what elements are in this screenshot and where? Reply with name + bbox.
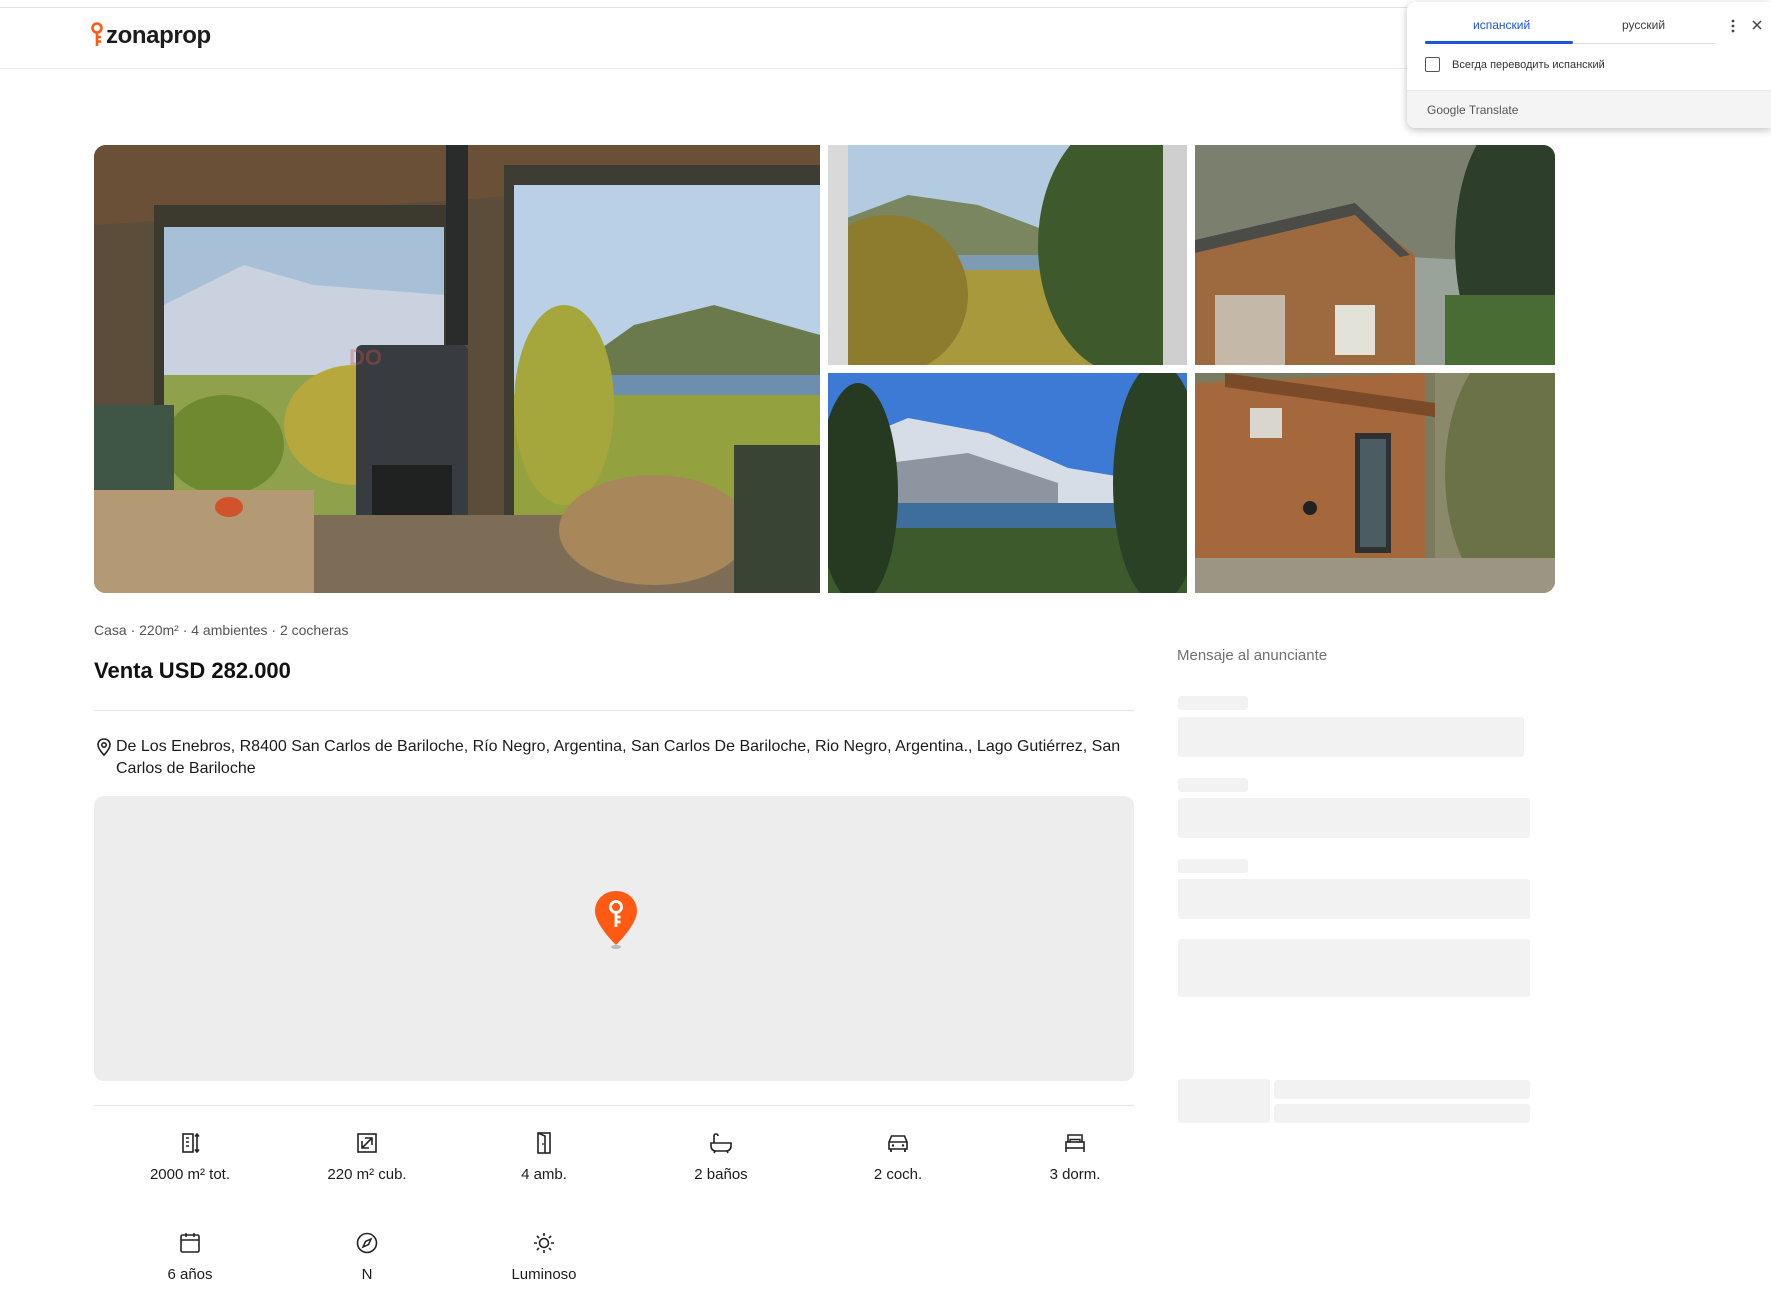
feature-bathrooms: 2 baños: [646, 1130, 796, 1183]
translate-footer: Google Translate: [1407, 90, 1771, 128]
covered-area-icon: [357, 1133, 377, 1153]
feature-label: 3 dorm.: [1049, 1166, 1101, 1183]
listing-price: Venta USD 282.000: [94, 658, 291, 683]
feature-label: 220 m² cub.: [327, 1166, 407, 1183]
feature-label: 6 años: [167, 1266, 213, 1283]
bed-icon: [1065, 1134, 1085, 1152]
feature-label: 4 amb.: [521, 1166, 567, 1183]
rooms-door-icon: [537, 1132, 551, 1154]
map-marker-icon[interactable]: [591, 889, 641, 951]
more-options-icon[interactable]: [1727, 16, 1739, 36]
wooden-house-roof-photo: [1195, 145, 1555, 365]
skeleton-line: [1274, 1080, 1530, 1099]
active-tab-indicator: [1425, 41, 1573, 44]
address-text: De Los Enebros, R8400 San Carlos de Bari…: [116, 738, 1121, 777]
gallery-photo-4[interactable]: [828, 373, 1187, 593]
bathtub-icon: [710, 1133, 732, 1154]
calendar-icon: [180, 1233, 200, 1253]
forest-lake-photo: [828, 145, 1187, 365]
tab-target-language[interactable]: русский: [1622, 18, 1665, 32]
feature-age: 6 años: [115, 1230, 265, 1283]
always-translate-checkbox[interactable]: [1425, 57, 1440, 72]
skeleton-label: [1178, 859, 1248, 873]
feature-label: N: [361, 1266, 373, 1283]
feature-label: 2 baños: [694, 1166, 748, 1183]
total-area-icon: [182, 1132, 200, 1154]
photo-gallery: DO: [94, 145, 1555, 593]
feature-label: 2000 m² tot.: [149, 1166, 231, 1183]
feature-covered-area: 220 m² cub.: [292, 1130, 442, 1183]
listing-summary: Casa · 220m² · 4 ambientes · 2 cocheras: [94, 622, 349, 638]
brand-google: Google: [1427, 103, 1466, 117]
feature-garages: 2 coch.: [823, 1130, 973, 1183]
location-pin-icon: [97, 738, 111, 757]
divider: [94, 1105, 1134, 1106]
location-map[interactable]: [94, 796, 1134, 1081]
sun-icon: [534, 1233, 554, 1253]
always-translate-option[interactable]: Всегда переводить испанский: [1425, 57, 1605, 72]
zonaprop-key-icon: [91, 22, 103, 46]
listing-address: De Los Enebros, R8400 San Carlos de Bari…: [94, 736, 1134, 780]
skeleton-line: [1274, 1104, 1530, 1123]
language-tabs: испанский русский: [1425, 14, 1715, 44]
wooden-house-side-photo: [1195, 373, 1555, 593]
google-translate-brand: Google Translate: [1427, 103, 1518, 117]
skeleton-textarea: [1178, 939, 1530, 997]
feature-brightness: Luminoso: [469, 1230, 619, 1283]
contact-form-title: Mensaje al anunciante: [1177, 647, 1328, 664]
feature-total-area: 2000 m² tot.: [115, 1130, 265, 1183]
gallery-photo-5[interactable]: [1195, 373, 1555, 593]
skeleton-input: [1178, 879, 1530, 919]
feature-label: Luminoso: [511, 1266, 577, 1283]
gallery-photo-3[interactable]: [1195, 145, 1555, 365]
svg-text:DO: DO: [349, 345, 382, 370]
living-room-photo: DO: [94, 145, 820, 593]
close-icon[interactable]: [1750, 16, 1764, 36]
feature-orientation: N: [292, 1230, 442, 1283]
zonaprop-logo[interactable]: zonaprop: [90, 22, 211, 50]
skeleton-button: [1178, 1079, 1270, 1123]
skeleton-input: [1178, 717, 1524, 757]
feature-bedrooms: 3 dorm.: [1000, 1130, 1150, 1183]
always-translate-label: Всегда переводить испанский: [1452, 58, 1605, 71]
google-translate-popup: испанский русский Всегда переводить испа…: [1407, 2, 1771, 128]
tab-source-language[interactable]: испанский: [1473, 18, 1530, 32]
snowy-mountain-lake-photo: [828, 373, 1187, 593]
feature-rooms: 4 amb.: [469, 1130, 619, 1183]
compass-icon: [356, 1232, 378, 1254]
logo-text: zonaprop: [106, 22, 211, 49]
gallery-photo-2[interactable]: [828, 145, 1187, 365]
divider: [94, 710, 1134, 711]
skeleton-label: [1178, 696, 1248, 710]
main-photo[interactable]: DO: [94, 145, 820, 593]
car-icon: [888, 1135, 908, 1152]
brand-translate: Translate: [1468, 103, 1519, 117]
feature-label: 2 coch.: [873, 1166, 923, 1183]
skeleton-input: [1178, 798, 1530, 838]
skeleton-label: [1178, 778, 1248, 792]
